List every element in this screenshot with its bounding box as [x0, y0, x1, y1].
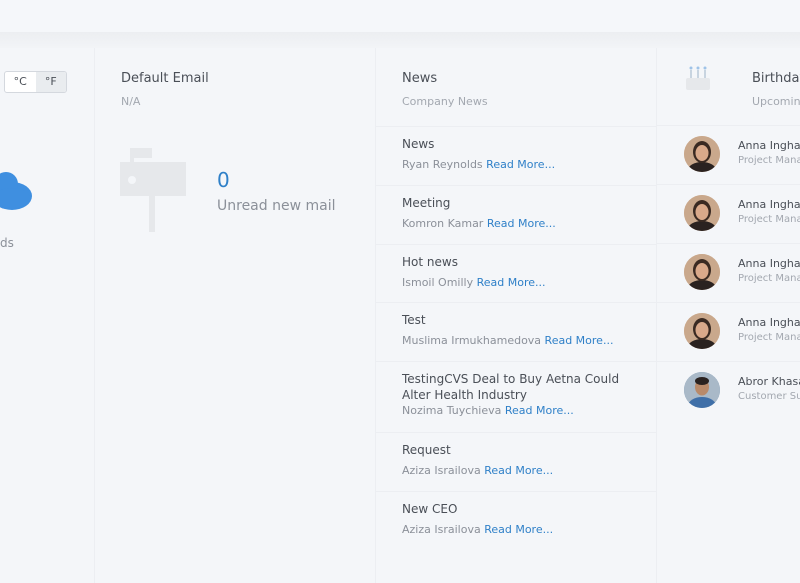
weather-widget: °C °F ds [0, 48, 95, 583]
read-more-link[interactable]: Read More... [487, 217, 556, 230]
news-item: New CEO Aziza Israilova Read More... [376, 491, 656, 549]
fahrenheit-option[interactable]: °F [35, 72, 66, 92]
news-item: Test Muslima Irmukhamedova Read More... [376, 302, 656, 361]
news-item-author: Komron Kamar [402, 217, 484, 230]
avatar [684, 372, 720, 408]
birthday-item[interactable]: Anna Ingha Project Mana [657, 184, 800, 243]
email-widget: Default Email N/A 0 Unread new mail [95, 48, 376, 583]
news-item-title: Hot news [402, 255, 458, 269]
news-widget-subtitle: Company News [402, 95, 488, 108]
person-name: Anna Ingha [738, 139, 800, 152]
birthday-item[interactable]: Anna Ingha Project Mana [657, 125, 800, 184]
news-item-author: Ismoil Omilly [402, 276, 474, 289]
person-name: Anna Ingha [738, 257, 800, 270]
birthday-widget-subtitle: Upcomin [752, 95, 800, 108]
birthday-item[interactable]: Anna Ingha Project Mana [657, 302, 800, 361]
top-bar-shadow [0, 32, 800, 48]
cloud-icon [0, 172, 32, 210]
unread-mail-count: 0 [217, 168, 230, 192]
news-item: Meeting Komron Kamar Read More... [376, 185, 656, 244]
unread-mail-label: Unread new mail [217, 198, 336, 214]
news-item-title: Test [402, 313, 426, 327]
birthday-widget: Birthday Upcomin Anna Ingha Project Mana… [657, 48, 800, 583]
temperature-unit-toggle[interactable]: °C °F [4, 71, 67, 93]
news-widget-title: News [402, 71, 438, 86]
avatar [684, 136, 720, 172]
person-role: Project Mana [738, 155, 800, 166]
avatar [684, 254, 720, 290]
celsius-option[interactable]: °C [5, 72, 36, 92]
mailbox-icon [120, 148, 186, 232]
read-more-link[interactable]: Read More... [484, 523, 553, 536]
news-item: Request Aziza Israilova Read More... [376, 432, 656, 491]
news-list: News Ryan Reynolds Read More... Meeting … [376, 126, 656, 549]
read-more-link[interactable]: Read More... [477, 276, 546, 289]
news-item-author: Aziza Israilova [402, 464, 481, 477]
cake-icon [686, 66, 710, 90]
birthday-item[interactable]: Abror Khasa Customer Su [657, 361, 800, 420]
news-widget: News Company News News Ryan Reynolds Rea… [376, 48, 657, 583]
avatar [684, 313, 720, 349]
person-role: Customer Su [738, 391, 800, 402]
news-item: TestingCVS Deal to Buy Aetna Could Alter… [376, 361, 656, 432]
email-address: N/A [121, 95, 141, 108]
read-more-link[interactable]: Read More... [545, 334, 614, 347]
birthday-item[interactable]: Anna Ingha Project Mana [657, 243, 800, 302]
news-item: News Ryan Reynolds Read More... [376, 126, 656, 185]
person-name: Anna Ingha [738, 198, 800, 211]
person-role: Project Mana [738, 214, 800, 225]
weather-description: ds [0, 236, 14, 250]
news-item-author: Muslima Irmukhamedova [402, 334, 542, 347]
news-item-author: Nozima Tuychieva [402, 404, 502, 417]
news-item-title: TestingCVS Deal to Buy Aetna Could Alter… [402, 372, 620, 402]
news-item-title: News [402, 137, 435, 151]
read-more-link[interactable]: Read More... [505, 404, 574, 417]
person-name: Anna Ingha [738, 316, 800, 329]
person-role: Project Mana [738, 332, 800, 343]
news-item-author: Aziza Israilova [402, 523, 481, 536]
person-name: Abror Khasa [738, 375, 800, 388]
read-more-link[interactable]: Read More... [484, 464, 553, 477]
read-more-link[interactable]: Read More... [486, 158, 555, 171]
news-item: Hot news Ismoil Omilly Read More... [376, 244, 656, 302]
birthday-list: Anna Ingha Project Mana Anna Ingha Proje… [657, 125, 800, 420]
person-role: Project Mana [738, 273, 800, 284]
birthday-widget-title: Birthday [752, 71, 800, 86]
news-item-title: Meeting [402, 196, 451, 210]
news-item-author: Ryan Reynolds [402, 158, 483, 171]
avatar [684, 195, 720, 231]
top-bar [0, 0, 800, 32]
news-item-title: Request [402, 443, 451, 457]
email-widget-title: Default Email [121, 71, 209, 86]
news-item-title: New CEO [402, 502, 458, 516]
